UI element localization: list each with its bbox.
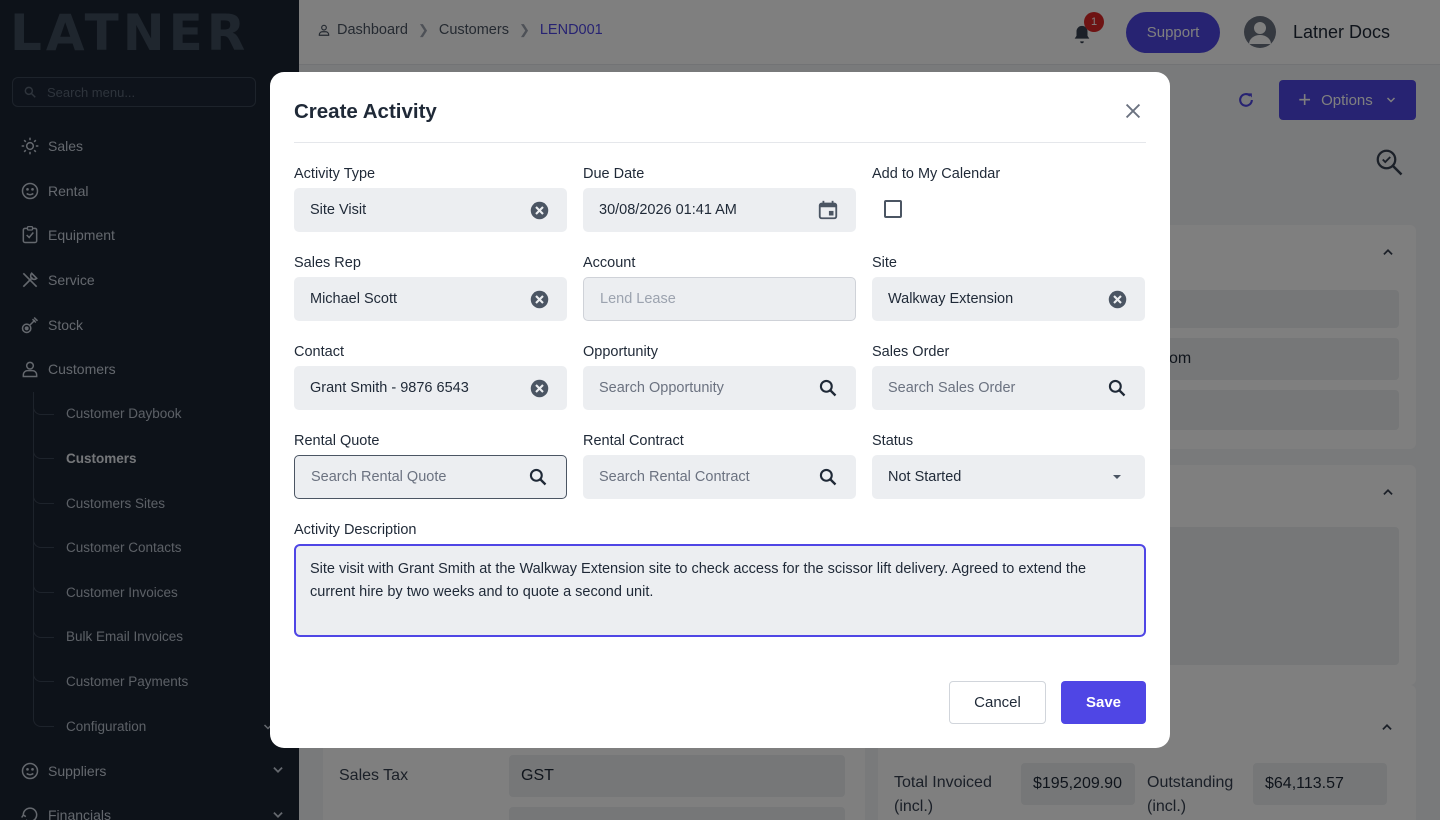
rental-contract-placeholder: Search Rental Contract xyxy=(599,469,750,485)
opportunity-field[interactable]: Search Opportunity xyxy=(583,366,856,410)
add-to-calendar-label: Add to My Calendar xyxy=(872,166,1001,182)
add-to-calendar-checkbox[interactable] xyxy=(884,200,902,218)
account-placeholder: Lend Lease xyxy=(600,291,676,307)
cancel-button[interactable]: Cancel xyxy=(949,681,1046,724)
activity-description-label: Activity Description xyxy=(294,522,417,538)
sales-rep-field[interactable]: Michael Scott xyxy=(294,277,567,321)
rental-quote-field[interactable]: Search Rental Quote xyxy=(294,455,567,499)
account-field: Lend Lease xyxy=(583,277,856,321)
calendar-icon[interactable] xyxy=(816,198,840,222)
search-icon[interactable] xyxy=(816,376,840,400)
sales-order-placeholder: Search Sales Order xyxy=(888,380,1016,396)
sales-order-label: Sales Order xyxy=(872,344,950,360)
sales-rep-value: Michael Scott xyxy=(310,291,398,307)
activity-type-value: Site Visit xyxy=(310,202,367,218)
activity-type-field[interactable]: Site Visit xyxy=(294,188,567,232)
site-label: Site xyxy=(872,255,897,271)
due-date-value: 30/08/2026 01:41 AM xyxy=(599,202,737,218)
status-label: Status xyxy=(872,433,914,449)
activity-type-label: Activity Type xyxy=(294,166,376,182)
status-select[interactable]: Not Started xyxy=(872,455,1145,499)
opportunity-label: Opportunity xyxy=(583,344,658,360)
contact-label: Contact xyxy=(294,344,344,360)
rental-contract-label: Rental Contract xyxy=(583,433,684,449)
clear-icon[interactable] xyxy=(1105,287,1129,311)
due-date-label: Due Date xyxy=(583,166,645,182)
site-value: Walkway Extension xyxy=(888,291,1014,307)
status-value: Not Started xyxy=(888,469,962,485)
search-icon[interactable] xyxy=(526,465,550,489)
clear-icon[interactable] xyxy=(527,198,551,222)
activity-description-textarea[interactable]: Site visit with Grant Smith at the Walkw… xyxy=(294,544,1146,637)
modal-title: Create Activity xyxy=(294,100,437,123)
rental-contract-field[interactable]: Search Rental Contract xyxy=(583,455,856,499)
site-field[interactable]: Walkway Extension xyxy=(872,277,1145,321)
contact-value: Grant Smith - 9876 6543 xyxy=(310,380,469,396)
contact-field[interactable]: Grant Smith - 9876 6543 xyxy=(294,366,567,410)
dropdown-arrow-icon xyxy=(1105,465,1129,489)
modal-divider xyxy=(294,142,1146,143)
save-button[interactable]: Save xyxy=(1061,681,1146,724)
account-label: Account xyxy=(583,255,636,271)
search-icon[interactable] xyxy=(1105,376,1129,400)
search-icon[interactable] xyxy=(816,465,840,489)
create-activity-modal: Create Activity Activity Type Site Visit… xyxy=(270,72,1170,748)
close-icon[interactable] xyxy=(1122,100,1144,122)
clear-icon[interactable] xyxy=(527,287,551,311)
rental-quote-label: Rental Quote xyxy=(294,433,380,449)
sales-order-field[interactable]: Search Sales Order xyxy=(872,366,1145,410)
opportunity-placeholder: Search Opportunity xyxy=(599,380,724,396)
due-date-field[interactable]: 30/08/2026 01:41 AM xyxy=(583,188,856,232)
rental-quote-placeholder: Search Rental Quote xyxy=(311,469,447,485)
sales-rep-label: Sales Rep xyxy=(294,255,361,271)
clear-icon[interactable] xyxy=(527,376,551,400)
